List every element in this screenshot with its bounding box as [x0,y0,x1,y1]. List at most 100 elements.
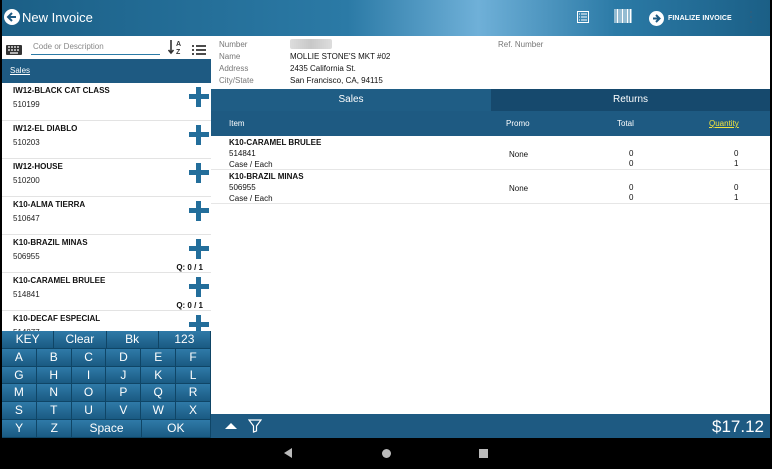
address-label: Address [219,64,249,73]
list-item[interactable]: IW12-EL DIABLO 510203 [2,121,211,159]
key-m[interactable]: M [2,384,37,403]
key-g[interactable]: G [2,366,37,385]
row-item-code: 514841 [229,149,256,158]
more-vert-icon[interactable] [750,11,752,25]
finalize-arrow-icon [649,10,664,26]
row-qty-each[interactable]: 1 [734,193,738,202]
quantity-badge: Q: 0 / 1 [176,301,203,310]
key-l[interactable]: L [176,366,211,385]
sales-section-header[interactable]: Sales [2,59,211,83]
product-name: IW12-HOUSE [13,162,63,171]
list-item[interactable]: K10-CARAMEL BRULEE 514841 Q: 0 / 1 [2,273,211,311]
search-input[interactable] [31,39,160,55]
row-qty-case[interactable]: 0 [734,183,738,192]
key-ok[interactable]: OK [141,419,211,438]
list-item[interactable]: K10-ALMA TIERRA 510647 [2,197,211,235]
row-item-name: K10-CARAMEL BRULEE [229,138,322,147]
key-b[interactable]: B [36,348,72,367]
keyboard-icon[interactable] [6,42,22,60]
key-r[interactable]: R [176,384,211,403]
list-item[interactable]: IW12-BLACK CAT CLASS 510199 [2,83,211,121]
product-name: IW12-BLACK CAT CLASS [13,86,110,95]
key-c[interactable]: C [71,348,107,367]
search-bar: AZ [2,36,211,58]
key-j[interactable]: J [106,366,142,385]
key-u[interactable]: U [71,402,107,420]
bottom-bar: $17.12 [211,414,770,438]
finalize-invoice-button[interactable]: FINALIZE INVOICE [649,9,732,27]
row-qty-each[interactable]: 1 [734,159,738,168]
invoice-table: K10-CARAMEL BRULEE 514841 Case / Each No… [211,136,770,204]
key-backspace[interactable]: Bk [106,331,159,349]
column-promo[interactable]: Promo [506,119,530,128]
quantity-badge: Q: 0 / 1 [176,263,203,272]
key-h[interactable]: H [36,366,72,385]
table-row[interactable]: K10-BRAZIL MINAS 506955 Case / Each None… [211,170,770,204]
sort-az-icon[interactable]: AZ [167,39,184,57]
key-k[interactable]: K [141,366,177,385]
key-v[interactable]: V [106,402,142,420]
page-title: New Invoice [22,10,93,25]
filter-icon[interactable] [247,419,263,438]
product-name: K10-DECAF ESPECIAL [13,314,101,323]
key-f[interactable]: F [176,348,211,367]
svg-text:Z: Z [176,49,181,55]
expand-up-icon[interactable] [225,423,237,429]
key-y[interactable]: Y [2,419,38,438]
nav-recents-icon[interactable] [479,449,488,458]
row-item-name: K10-BRAZIL MINAS [229,172,304,181]
number-value [290,39,332,49]
table-row[interactable]: K10-CARAMEL BRULEE 514841 Case / Each No… [211,136,770,170]
key-x[interactable]: X [176,402,211,420]
add-icon[interactable] [189,239,209,259]
barcode-icon[interactable] [614,9,632,28]
key-e[interactable]: E [141,348,177,367]
list-item[interactable]: K10-BRAZIL MINAS 506955 Q: 0 / 1 [2,235,211,273]
name-value: MOLLIE STONE'S MKT #02 [290,52,391,61]
row-total-each: 0 [629,159,634,168]
key-o[interactable]: O [71,384,107,403]
tab-sales[interactable]: Sales [211,89,491,111]
key-t[interactable]: T [36,402,72,420]
key-w[interactable]: W [141,402,177,420]
key-z[interactable]: Z [37,419,73,438]
list-item[interactable]: K10-DECAF ESPECIAL 514877 [2,311,211,331]
key-d[interactable]: D [106,348,142,367]
column-quantity[interactable]: Quantity [709,119,739,128]
key-space[interactable]: Space [72,419,142,438]
key-n[interactable]: N [36,384,72,403]
nav-home-icon[interactable] [382,449,391,458]
address-value: 2435 California St. [290,64,356,73]
add-icon[interactable] [189,163,209,183]
row-total-each: 0 [629,193,634,202]
list-item[interactable]: IW12-HOUSE 510200 [2,159,211,197]
row-qty-case[interactable]: 0 [734,149,738,158]
add-icon[interactable] [189,125,209,145]
list-icon[interactable] [577,10,589,28]
key-clear[interactable]: Clear [54,331,107,349]
add-icon[interactable] [189,201,209,221]
invoice-total: $17.12 [712,417,764,436]
column-item[interactable]: Item [229,119,245,128]
key-p[interactable]: P [106,384,142,403]
app-window: New Invoice FINALIZE INVOICE AZ Sales [2,0,770,438]
list-view-icon[interactable] [192,42,206,60]
add-icon[interactable] [189,277,209,297]
invoice-tabs: Sales Returns [211,89,770,111]
back-arrow-icon[interactable] [4,9,20,25]
add-icon[interactable] [189,315,209,331]
key-s[interactable]: S [2,402,37,420]
nav-back-icon[interactable] [284,448,292,458]
key-i[interactable]: I [71,366,107,385]
product-code: 510203 [13,138,40,147]
key-a[interactable]: A [2,348,37,367]
key-mode[interactable]: KEY [2,331,55,349]
column-total[interactable]: Total [617,119,634,128]
add-icon[interactable] [189,87,209,107]
tab-returns[interactable]: Returns [491,89,770,111]
product-code: 510199 [13,100,40,109]
product-name: K10-BRAZIL MINAS [13,238,88,247]
row-total-case: 0 [629,183,634,192]
key-numeric[interactable]: 123 [158,331,211,349]
key-q[interactable]: Q [141,384,177,403]
